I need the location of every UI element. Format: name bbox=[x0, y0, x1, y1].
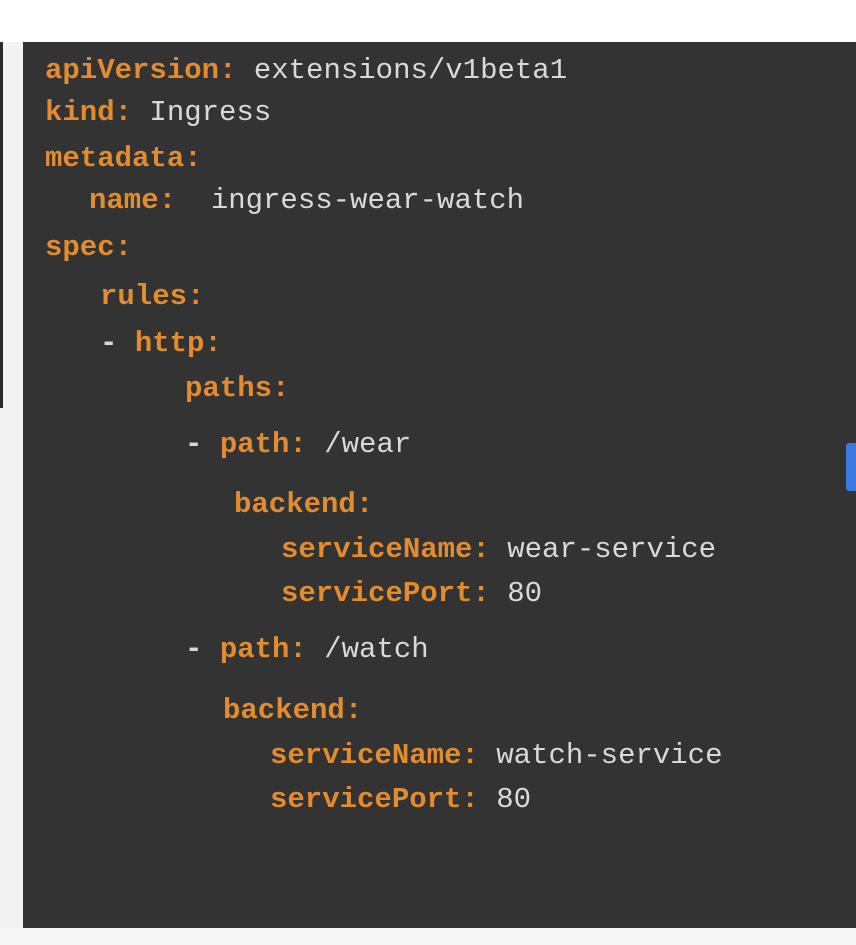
left-panel-edge bbox=[0, 42, 3, 408]
yaml-key: spec: bbox=[45, 231, 133, 264]
yaml-key: apiVersion: bbox=[45, 54, 237, 87]
yaml-key: serviceName: bbox=[270, 739, 479, 772]
code-line-paths: paths: bbox=[185, 371, 289, 407]
yaml-value: extensions/v1beta1 bbox=[236, 54, 568, 87]
yaml-key: path: bbox=[219, 428, 307, 461]
yaml-key: paths: bbox=[185, 372, 290, 405]
code-line-path-wear: - path: /wear bbox=[185, 427, 411, 463]
code-line-serviceport-watch: servicePort: 80 bbox=[270, 782, 531, 818]
line-prefix: - bbox=[185, 428, 220, 461]
yaml-value: /wear bbox=[306, 428, 412, 461]
code-line-servicename-wear: serviceName: wear-service bbox=[281, 532, 716, 568]
top-margin bbox=[0, 0, 856, 42]
yaml-key: servicePort: bbox=[281, 577, 490, 610]
line-prefix: - bbox=[100, 327, 135, 360]
yaml-value: 80 bbox=[478, 783, 532, 816]
yaml-code-panel: apiVersion: extensions/v1beta1 kind: Ing… bbox=[23, 42, 856, 928]
code-line-metadata: metadata: bbox=[45, 141, 202, 177]
yaml-key: metadata: bbox=[45, 142, 202, 175]
code-line-name: name: ingress-wear-watch bbox=[89, 183, 524, 219]
code-line-kind: kind: Ingress bbox=[45, 95, 271, 131]
yaml-key: serviceName: bbox=[281, 533, 490, 566]
yaml-key: backend: bbox=[223, 694, 363, 727]
yaml-key: kind: bbox=[45, 96, 133, 129]
yaml-value: wear-service bbox=[489, 533, 717, 566]
yaml-key: rules: bbox=[100, 280, 205, 313]
yaml-key: http: bbox=[134, 327, 222, 360]
screenshot-stage: apiVersion: extensions/v1beta1 kind: Ing… bbox=[0, 0, 856, 945]
code-line-serviceport-wear: servicePort: 80 bbox=[281, 576, 542, 612]
yaml-value: ingress-wear-watch bbox=[176, 184, 525, 217]
line-prefix: - bbox=[185, 633, 220, 666]
code-line-servicename-watch: serviceName: watch-service bbox=[270, 738, 722, 774]
scroll-marker[interactable] bbox=[846, 443, 856, 491]
yaml-value: /watch bbox=[306, 633, 429, 666]
code-line-path-watch: - path: /watch bbox=[185, 632, 429, 668]
yaml-key: servicePort: bbox=[270, 783, 479, 816]
yaml-key: backend: bbox=[234, 488, 374, 521]
yaml-value: watch-service bbox=[478, 739, 723, 772]
yaml-key: path: bbox=[219, 633, 307, 666]
yaml-key: name: bbox=[89, 184, 177, 217]
code-line-rules: rules: bbox=[100, 279, 204, 315]
yaml-value: 80 bbox=[489, 577, 543, 610]
code-line-spec: spec: bbox=[45, 230, 132, 266]
code-line-http: - http: bbox=[100, 326, 222, 362]
code-line-backend-wear: backend: bbox=[234, 487, 373, 523]
code-line-apiversion: apiVersion: extensions/v1beta1 bbox=[45, 53, 567, 89]
bottom-margin bbox=[0, 928, 856, 945]
yaml-value: Ingress bbox=[132, 96, 272, 129]
code-line-backend-watch: backend: bbox=[223, 693, 362, 729]
